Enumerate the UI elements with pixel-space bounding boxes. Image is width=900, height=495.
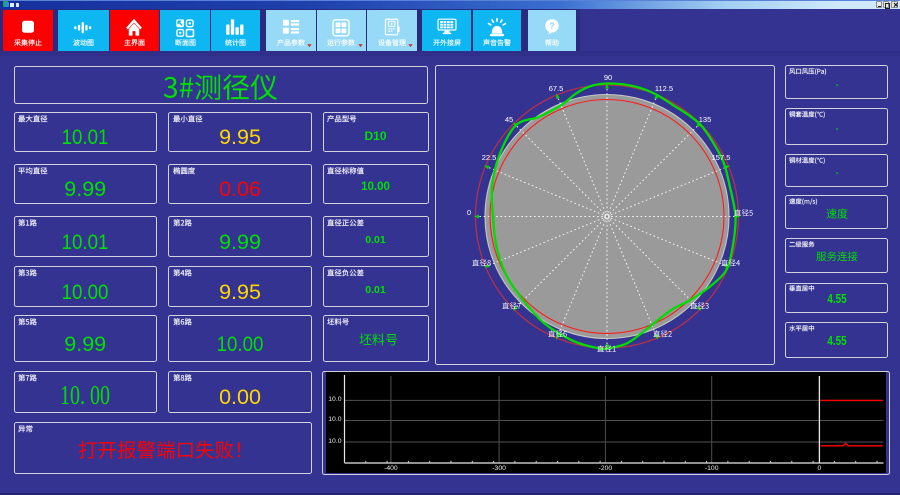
svg-text:?: ? (549, 21, 554, 31)
